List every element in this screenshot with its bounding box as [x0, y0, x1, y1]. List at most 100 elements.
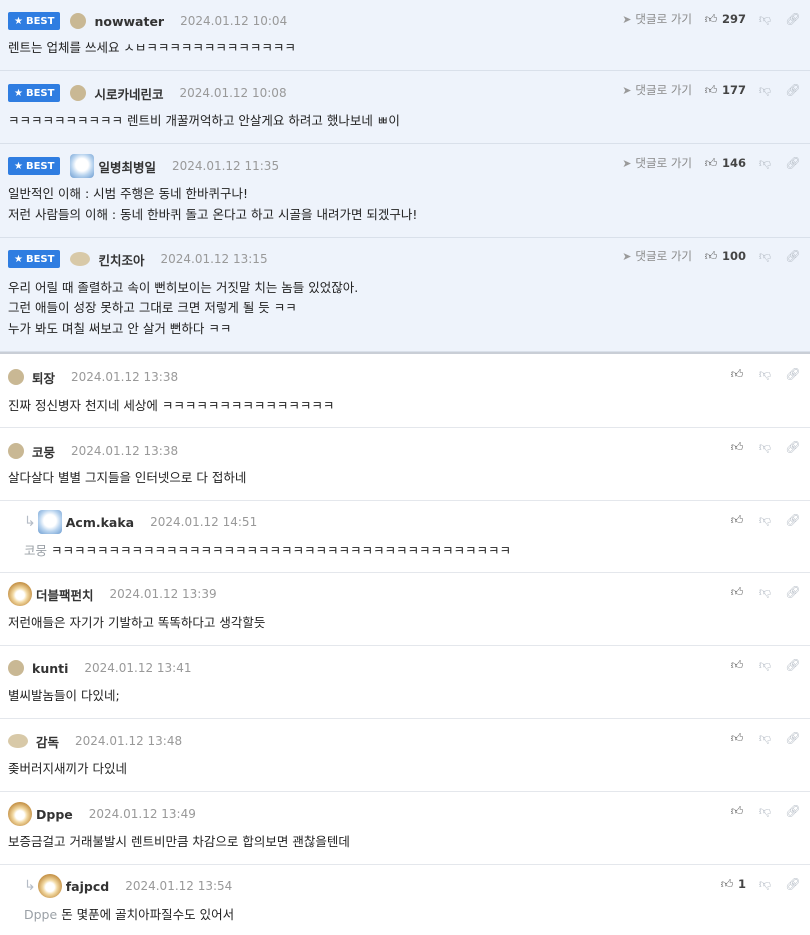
comment-author[interactable]: nowwater: [94, 14, 164, 29]
comment: 퇴장 2024.01.12 13:38 👍︎ 👎︎ 🔗︎ 진짜 정신병자 천지네…: [0, 354, 810, 428]
link-icon[interactable]: 🔗︎: [785, 249, 800, 263]
reply-mention[interactable]: Dppe: [24, 907, 57, 922]
best-comment: ★ BEST 킨치조아 2024.01.12 13:15 ➤ 댓글로 가기 👍︎ 10…: [0, 238, 810, 352]
comment-text: 좆버러지새끼가 다있네: [8, 761, 127, 776]
avatar: [70, 154, 95, 178]
best-badge: ★ BEST: [8, 84, 61, 102]
comment-text: Dppe 돈 몇푼에 골치아파질수도 있어서: [24, 907, 235, 922]
avatar: [37, 510, 62, 534]
link-icon[interactable]: 🔗︎: [785, 513, 800, 527]
comment-text: 저런 사람들의 이해 : 동네 한바퀴 돌고 온다고 하고 시골을 내려가면 되…: [8, 207, 418, 222]
like-button[interactable]: 👍︎ 100: [704, 249, 746, 264]
link-icon[interactable]: 🔗︎: [785, 804, 800, 818]
thumbs-down-icon[interactable]: 👎︎: [758, 804, 772, 819]
best-badge: ★ BEST: [8, 250, 61, 268]
comment-text: 코뭉 ㅋㅋㅋㅋㅋㅋㅋㅋㅋㅋㅋㅋㅋㅋㅋㅋㅋㅋㅋㅋㅋㅋㅋㅋㅋㅋㅋㅋㅋㅋㅋㅋㅋㅋㅋㅋㅋㅋ…: [24, 543, 512, 558]
thumbs-up-icon: 👍︎: [704, 11, 718, 26]
comment: Dppe 2024.01.12 13:49 👍︎ 👎︎ 🔗︎ 보증금걸고 거래불…: [0, 792, 810, 865]
thumbs-down-icon[interactable]: 👎︎: [758, 877, 772, 892]
comment-text: 별씨발놈들이 다있네;: [8, 688, 120, 703]
thumbs-up-icon: 👍︎: [704, 248, 718, 263]
link-icon[interactable]: 🔗︎: [785, 658, 800, 672]
thumbs-down-icon[interactable]: 👎︎: [758, 658, 772, 673]
thumbs-down-icon[interactable]: 👎︎: [758, 731, 772, 746]
like-button[interactable]: 👍︎ 177: [704, 83, 746, 98]
avatar: [37, 874, 62, 898]
goto-comment-link[interactable]: ➤ 댓글로 가기: [622, 11, 692, 27]
thumbs-up-icon[interactable]: 👍︎: [730, 440, 744, 455]
link-icon[interactable]: 🔗︎: [785, 877, 800, 891]
comment-author[interactable]: kunti: [32, 661, 68, 676]
avatar: [8, 582, 32, 606]
goto-comment-link[interactable]: ➤ 댓글로 가기: [622, 155, 692, 171]
thumbs-up-icon[interactable]: 👍︎: [730, 585, 744, 600]
comment: 감독 2024.01.12 13:48 👍︎ 👎︎ 🔗︎ 좆버러지새끼가 다있네: [0, 719, 810, 792]
comment-text: 렌트는 업체를 쓰세요 ㅅㅂㅋㅋㅋㅋㅋㅋㅋㅋㅋㅋㅋㅋㅋ: [8, 40, 296, 55]
link-icon[interactable]: 🔗︎: [785, 156, 800, 170]
thumbs-down-icon[interactable]: 👎︎: [758, 12, 772, 27]
arrow-icon: ➤: [622, 249, 632, 263]
comment-author[interactable]: 시로카네린코: [94, 84, 163, 103]
comment-author[interactable]: Acm.kaka: [66, 515, 134, 530]
avatar: [70, 13, 87, 29]
comment-author[interactable]: 코뭉: [32, 442, 55, 461]
thumbs-down-icon[interactable]: 👎︎: [758, 249, 772, 264]
star-icon: ★: [14, 15, 23, 27]
goto-comment-link[interactable]: ➤ 댓글로 가기: [622, 82, 692, 98]
thumbs-up-icon: 👍︎: [704, 155, 718, 170]
comment: kunti 2024.01.12 13:41 👍︎ 👎︎ 🔗︎ 별씨발놈들이 다…: [0, 646, 810, 719]
thumbs-down-icon[interactable]: 👎︎: [758, 513, 772, 528]
goto-comment-link[interactable]: ➤ 댓글로 가기: [622, 248, 692, 264]
avatar: [8, 660, 24, 676]
thumbs-down-icon[interactable]: 👎︎: [758, 83, 772, 98]
best-comment: ★ BEST nowwater 2024.01.12 10:04 ➤ 댓글로 가기 …: [0, 0, 810, 71]
comment-text: 우리 어릴 때 졸렬하고 속이 뻔히보이는 거짓말 치는 놈들 있었잖아.: [8, 280, 359, 295]
star-icon: ★: [14, 253, 23, 265]
comment-text: 그런 애들이 성장 못하고 그대로 크면 저렇게 될 듯 ㅋㅋ: [8, 300, 297, 315]
thumbs-down-icon[interactable]: 👎︎: [758, 367, 772, 382]
reply-mention[interactable]: 코뭉: [24, 543, 47, 558]
thumbs-down-icon[interactable]: 👎︎: [758, 440, 772, 455]
comment-text: 살다살다 별별 그지들을 인터넷으로 다 접하네: [8, 470, 247, 485]
comment-date: 2024.01.12 10:04: [180, 14, 288, 28]
comment-author[interactable]: 더블팩펀치: [36, 585, 94, 604]
comment-date: 2024.01.12 13:54: [125, 879, 233, 893]
link-icon[interactable]: 🔗︎: [785, 440, 800, 454]
best-badge: ★ BEST: [8, 12, 61, 30]
thumbs-down-icon[interactable]: 👎︎: [758, 585, 772, 600]
comment-author[interactable]: 킨치조아: [98, 250, 144, 269]
comment-text: 저런애들은 자기가 기발하고 똑똑하다고 생각할듯: [8, 615, 266, 630]
comment-author[interactable]: 일병최병일: [98, 157, 156, 176]
link-icon[interactable]: 🔗︎: [785, 83, 800, 97]
comment-date: 2024.01.12 10:08: [179, 86, 287, 100]
comment-date: 2024.01.12 11:35: [171, 159, 280, 173]
reply-arrow-icon: ↳: [24, 514, 36, 530]
comment-text: 보증금걸고 거래불발시 렌트비만큼 차감으로 합의보면 괜찮을텐데: [8, 834, 350, 849]
like-button[interactable]: 👍︎ 297: [704, 12, 746, 27]
comment-text: ㅋㅋㅋㅋㅋㅋㅋㅋㅋㅋ 렌트비 개꿀꺼억하고 안살게요 하려고 했나보네 ㅃ이: [8, 113, 400, 128]
thumbs-up-icon[interactable]: 👍︎: [730, 804, 744, 819]
comment-text: 누가 봐도 며칠 써보고 안 살거 뻔하다 ㅋㅋ: [8, 321, 232, 336]
thumbs-up-icon[interactable]: 👍︎: [730, 731, 744, 746]
like-button[interactable]: 👍︎ 146: [704, 156, 746, 171]
like-button[interactable]: 👍︎ 1: [720, 877, 746, 892]
avatar: [8, 369, 24, 385]
link-icon[interactable]: 🔗︎: [785, 12, 800, 26]
thumbs-up-icon: 👍︎: [720, 876, 734, 891]
thumbs-down-icon[interactable]: 👎︎: [758, 156, 772, 171]
comment-date: 2024.01.12 13:39: [109, 587, 217, 601]
thumbs-up-icon[interactable]: 👍︎: [730, 513, 744, 528]
link-icon[interactable]: 🔗︎: [785, 731, 800, 745]
reply-arrow-icon: ↳: [24, 878, 36, 894]
comment-author[interactable]: fajpcd: [66, 879, 109, 894]
thumbs-up-icon[interactable]: 👍︎: [730, 658, 744, 673]
comment-author[interactable]: 퇴장: [32, 368, 55, 387]
link-icon[interactable]: 🔗︎: [785, 585, 800, 599]
thumbs-up-icon[interactable]: 👍︎: [730, 367, 744, 382]
link-icon[interactable]: 🔗︎: [785, 367, 800, 381]
comment-text: 일반적인 이해 : 시범 주행은 동네 한바퀴구나!: [8, 186, 249, 201]
comment-author[interactable]: Dppe: [36, 807, 73, 822]
comment-author[interactable]: 감독: [36, 732, 59, 751]
comment-date: 2024.01.12 13:15: [160, 252, 268, 266]
reply-comment: ↳ Acm.kaka 2024.01.12 14:51 👍︎ 👎︎ 🔗︎ 코뭉 ㅋ…: [0, 501, 810, 573]
